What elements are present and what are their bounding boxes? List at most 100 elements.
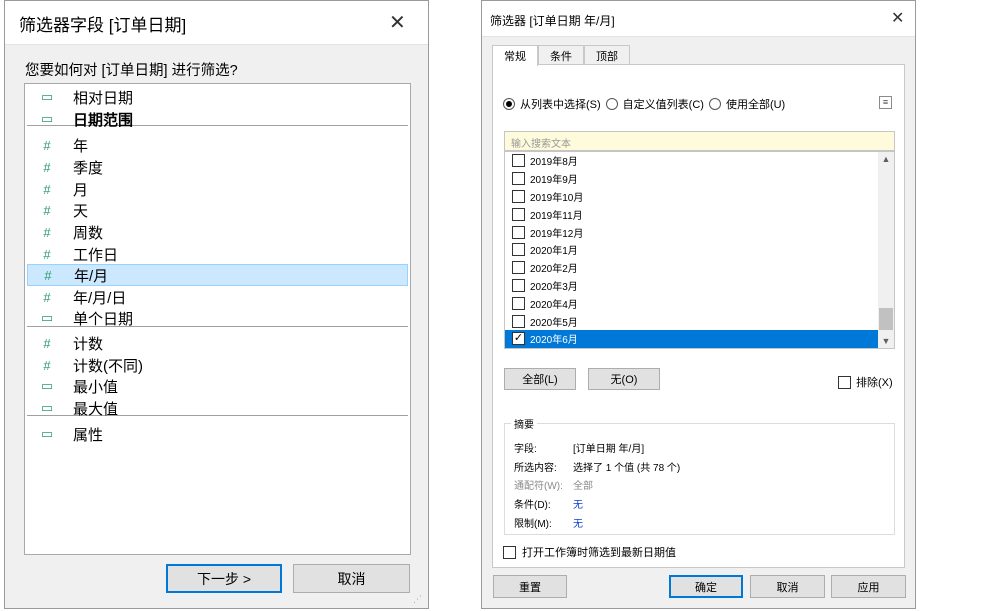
value-label: 2019年10月 [530, 192, 584, 204]
cancel-button[interactable]: 取消 [293, 564, 410, 593]
hash-icon: # [43, 159, 51, 175]
value-checkbox[interactable] [512, 189, 525, 203]
summary-limit-value: 无 [573, 519, 583, 530]
open-workbook-latest-label: 打开工作簿时筛选到最新日期值 [522, 547, 676, 559]
radio-use-all-label: 使用全部(U) [725, 99, 786, 111]
value-label: 2020年4月 [530, 299, 578, 311]
value-checkbox[interactable] [512, 225, 525, 239]
hash-icon: # [44, 267, 52, 283]
list-options-icon[interactable]: ≡ [879, 96, 892, 109]
ok-button[interactable]: 确定 [669, 575, 743, 598]
filter-type-label: 年/月 [74, 267, 109, 285]
tab-condition[interactable]: 条件 [538, 45, 584, 65]
filter-type-label: 天 [73, 202, 89, 220]
summary-title: 摘要 [511, 416, 537, 431]
hash-icon: # [43, 202, 51, 218]
radio-custom-value-list[interactable] [605, 98, 618, 110]
filter-dialog: 筛选器 [订单日期 年/月] ✕ 常规 条件 顶部 从列表中选择(S) 自定义值… [481, 0, 916, 609]
scroll-thumb[interactable] [879, 308, 893, 330]
filter-type-item[interactable]: # 月 [27, 178, 408, 200]
filter-type-label: 日期范围 [73, 111, 134, 129]
value-list-item[interactable]: 2020年3月 [505, 277, 878, 295]
value-list-item[interactable]: 2020年2月 [505, 259, 878, 277]
filter-type-item[interactable]: # 年 [27, 134, 408, 156]
value-list-item[interactable]: 2019年10月 [505, 188, 878, 206]
value-label: 2019年11月 [530, 210, 583, 222]
filter-type-item[interactable]: # 计数 [27, 332, 408, 354]
value-checkbox[interactable] [512, 172, 525, 186]
select-all-button[interactable]: 全部(L) [504, 368, 576, 390]
filter-type-item[interactable]: # 年/月 [27, 264, 408, 286]
filter-type-item[interactable]: # 计数(不同) [27, 354, 408, 376]
resize-grip-icon[interactable]: ⋰ [413, 593, 425, 605]
value-list-item[interactable]: 2020年1月 [505, 241, 878, 259]
filter-type-item[interactable]: # 天 [27, 199, 408, 221]
filter-type-label: 季度 [73, 159, 104, 177]
filter-type-item[interactable]: ▭ 日期范围 [27, 108, 408, 130]
calendar-icon: ▭ [40, 426, 54, 441]
value-checkbox[interactable] [512, 154, 525, 168]
close-icon[interactable]: ✕ [891, 8, 904, 28]
radio-custom-value-list-label: 自定义值列表(C) [622, 99, 704, 111]
value-checkbox[interactable] [512, 261, 525, 275]
value-list-scrollbar[interactable]: ▲ ▼ [878, 152, 894, 348]
filter-type-item[interactable]: # 周数 [27, 221, 408, 243]
reset-button[interactable]: 重置 [493, 575, 567, 598]
filter-type-label: 年/月/日 [73, 289, 127, 307]
calendar-icon: ▭ [40, 89, 54, 104]
filter-type-label: 计数(不同) [73, 357, 143, 375]
summary-limit-row: 限制(M): 无 [514, 515, 583, 530]
filter-type-item[interactable]: ▭ 最大值 [27, 397, 408, 419]
hash-icon: # [43, 224, 51, 240]
scroll-up-icon[interactable]: ▲ [878, 154, 894, 164]
tab-top[interactable]: 顶部 [584, 45, 630, 65]
value-label: 2020年3月 [530, 281, 578, 293]
radio-use-all[interactable] [708, 98, 721, 110]
summary-wildcard-value: 全部 [573, 481, 593, 492]
filter-field-titlebar: 筛选器字段 [订单日期] ✕ [5, 1, 428, 45]
value-list-item[interactable]: 2019年8月 [505, 152, 878, 170]
value-label: 2020年5月 [530, 317, 578, 329]
next-button[interactable]: 下一步 > [166, 564, 282, 593]
cancel-button[interactable]: 取消 [750, 575, 825, 598]
value-list-item[interactable]: 2019年11月 [505, 205, 878, 223]
summary-wildcard-key: 通配符(W): [514, 481, 563, 492]
value-checkbox[interactable] [512, 278, 525, 292]
value-list-item[interactable]: 2020年4月 [505, 294, 878, 312]
filter-title: 筛选器 [订单日期 年/月] [490, 14, 615, 28]
filter-type-item[interactable]: ▭ 相对日期 [27, 86, 408, 108]
filter-type-item[interactable]: ▭ 属性 [27, 423, 408, 445]
selection-mode-radios: 从列表中选择(S) 自定义值列表(C) 使用全部(U) [503, 96, 790, 112]
filter-type-item[interactable]: # 年/月/日 [27, 286, 408, 308]
close-icon[interactable]: ✕ [389, 10, 406, 35]
value-checkbox[interactable] [512, 243, 525, 257]
scroll-down-icon[interactable]: ▼ [878, 336, 894, 346]
filter-type-item[interactable]: # 工作日 [27, 243, 408, 265]
summary-condition-value: 无 [573, 500, 583, 511]
value-list-item[interactable]: 2020年5月 [505, 312, 878, 330]
value-checkbox[interactable]: ✓ [512, 332, 525, 346]
tab-general[interactable]: 常规 [492, 45, 538, 66]
calendar-icon: ▭ [40, 111, 54, 126]
value-checkbox[interactable] [512, 207, 525, 221]
open-workbook-latest-checkbox[interactable] [503, 545, 516, 559]
filter-type-label: 相对日期 [73, 89, 134, 107]
search-input[interactable]: 输入搜索文本 [504, 131, 895, 151]
value-list-item[interactable]: ✓ 2020年6月 [505, 330, 878, 348]
value-label: 2019年9月 [530, 175, 578, 187]
summary-selection-row: 所选内容: 选择了 1 个值 (共 78 个) [514, 459, 680, 474]
filter-type-item[interactable]: ▭ 单个日期 [27, 307, 408, 329]
hash-icon: # [43, 289, 51, 305]
value-checkbox[interactable] [512, 314, 525, 328]
value-list-item[interactable]: 2019年12月 [505, 223, 878, 241]
exclude-checkbox[interactable] [838, 375, 851, 389]
filter-type-item[interactable]: # 季度 [27, 156, 408, 178]
radio-select-from-list[interactable] [503, 98, 515, 110]
value-list-item[interactable]: 2019年9月 [505, 170, 878, 188]
hash-icon: # [43, 181, 51, 197]
select-none-button[interactable]: 无(O) [588, 368, 660, 390]
filter-type-item[interactable]: ▭ 最小值 [27, 375, 408, 397]
filter-type-label: 单个日期 [73, 310, 134, 328]
value-checkbox[interactable] [512, 296, 525, 310]
apply-button[interactable]: 应用 [831, 575, 906, 598]
